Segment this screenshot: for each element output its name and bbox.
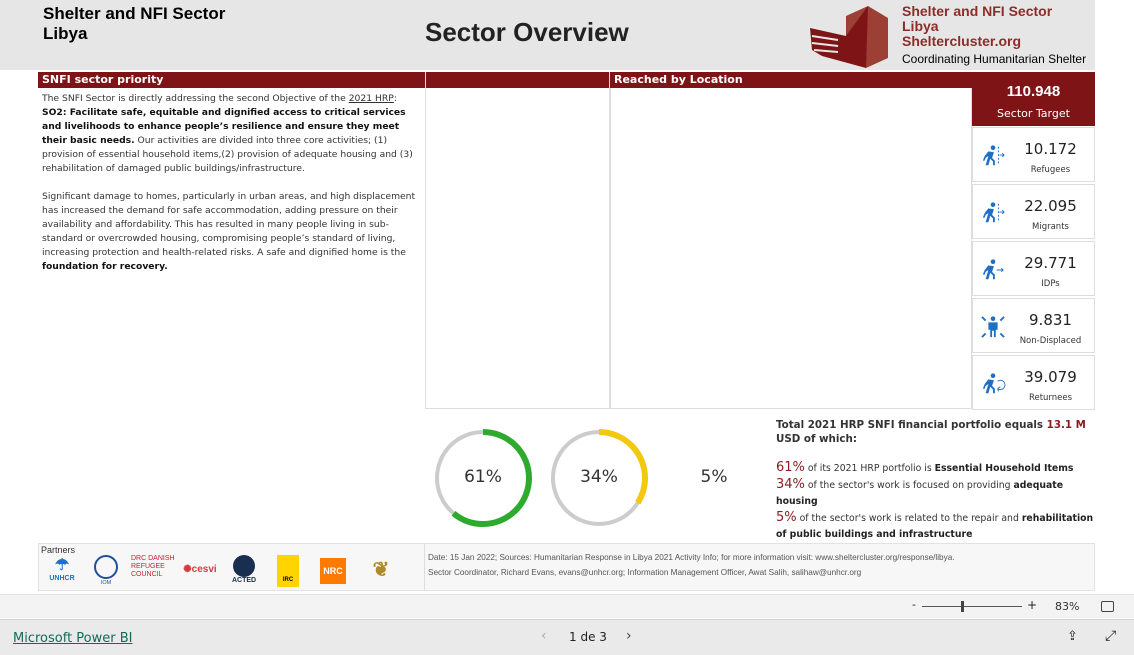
zoom-out-button[interactable]: - (912, 598, 916, 611)
breakdown-item: 5% of the sector's work is related to th… (776, 510, 1096, 543)
org-name: Shelter and NFI Sector (902, 3, 1053, 19)
powerbi-bottom-bar: Microsoft Power BI ‹ 1 de 3 › ⇪ ⤢ (0, 619, 1134, 655)
next-page-icon[interactable]: › (626, 628, 632, 644)
acted-logo-text: ACTED (232, 577, 257, 584)
returnee-icon (982, 373, 1006, 394)
non-displaced-icon (981, 316, 1005, 338)
cesvi-logo-text: CESVI (191, 564, 217, 575)
financial-summary: Total 2021 HRP SNFI financial portfolio … (776, 418, 1096, 446)
unhcr-emblem-icon: ☂ (54, 557, 70, 574)
kpi-card-migrants: 22.095 Migrants (972, 184, 1095, 239)
iom-logo: IOM (91, 555, 121, 587)
divider (424, 544, 425, 590)
prev-page-icon[interactable]: ‹ (541, 628, 547, 644)
hrp-link[interactable]: 2021 HRP (349, 93, 394, 104)
title-line-1: Shelter and NFI Sector (43, 4, 226, 23)
text: USD of which: (776, 433, 857, 445)
text: Significant damage to homes, particularl… (42, 191, 416, 258)
cesvi-logo: ✺CESVI (178, 555, 222, 587)
kpi-label: Returnees (1028, 393, 1073, 403)
org-tagline: Coordinating Humanitarian Shelter (902, 52, 1087, 66)
idp-icon (982, 259, 1004, 280)
text: of its 2021 HRP portfolio is (804, 463, 935, 474)
donut-label-rehabilitation: 5% (700, 467, 728, 487)
financial-breakdown: 61% of its 2021 HRP portfolio is Essenti… (776, 460, 1096, 543)
reached-by-location-map[interactable] (610, 88, 972, 409)
refugee-icon (982, 145, 1005, 166)
cesvi-flower-icon: ✺ (183, 564, 192, 575)
zoom-slider[interactable] (922, 601, 1022, 612)
target-value: 110.948 (1006, 83, 1061, 100)
amount: 13.1 M (1046, 419, 1086, 431)
zoom-in-button[interactable]: + (1027, 598, 1037, 612)
donut-label: 34% (580, 467, 618, 487)
kpi-value: 10.172 (1024, 140, 1077, 158)
kpi-card-returnees: 39.079 Returnees (972, 355, 1095, 410)
migrant-icon (982, 202, 1005, 223)
sector-target-card: 110.948 Sector Target (972, 72, 1095, 126)
drc-logo: DRC DANISH REFUGEE COUNCIL (131, 555, 175, 578)
iom-globe-icon (94, 555, 118, 579)
text: of the sector's work is focused on provi… (804, 480, 1014, 491)
nrc-logo: NRC (320, 558, 346, 584)
acted-logo: ACTED (232, 555, 256, 587)
donut-label: 61% (464, 467, 502, 487)
priority-text: The SNFI Sector is directly addressing t… (42, 92, 422, 274)
irc-logo-text: IRC (282, 577, 294, 583)
partners-label: Partners (41, 545, 76, 555)
contacts-line: Sector Coordinator, Richard Evans, evans… (428, 568, 862, 577)
text-bold: foundation for recovery. (42, 261, 168, 272)
kpi-value: 39.079 (1024, 368, 1077, 386)
kpi-label: Refugees (1030, 165, 1071, 175)
kpi-card-refugees: 10.172 Refugees (972, 127, 1095, 182)
header-org-info: Shelter and NFI Sector Libya Shelterclus… (902, 4, 1086, 67)
page-title: Sector Overview (425, 17, 629, 47)
text-bold: Essential Household Items (934, 463, 1074, 474)
unhcr-logo: ☂ UNHCR (47, 555, 77, 587)
zoom-toolbar: - + 83% (0, 594, 1134, 618)
kpi-value: 29.771 (1024, 254, 1077, 272)
acted-emblem-icon (233, 555, 255, 577)
kpi-value: 9.831 (1029, 311, 1072, 329)
text: : (393, 93, 397, 104)
zoom-slider-thumb[interactable] (961, 601, 964, 612)
text: The SNFI Sector is directly addressing t… (42, 93, 349, 104)
unhcr-logo-text: UNHCR (49, 575, 75, 582)
shelter-cluster-logo (810, 6, 888, 68)
breakdown-item: 34% of the sector's work is focused on p… (776, 477, 1096, 510)
org-country: Libya (902, 18, 939, 34)
pct: 34% (776, 477, 805, 492)
fit-to-page-icon[interactable] (1101, 601, 1114, 612)
priority-heading: SNFI sector priority (42, 73, 164, 86)
irc-logo: IRC (277, 555, 299, 587)
fullscreen-icon[interactable]: ⤢ (1105, 628, 1116, 644)
page-indicator: 1 de 3 (569, 630, 607, 644)
sources-line: Date: 15 Jan 2022; Sources: Humanitarian… (428, 553, 955, 562)
target-label: Sector Target (997, 107, 1070, 120)
kpi-value: 22.095 (1024, 197, 1077, 215)
pct: 61% (776, 460, 805, 475)
breakdown-item: 61% of its 2021 HRP portfolio is Essenti… (776, 460, 1096, 477)
footer: Partners ☂ UNHCR IOM DRC DANISH REFUGEE C… (38, 543, 1095, 591)
text: Total 2021 HRP SNFI financial portfolio … (776, 419, 1047, 431)
org-website[interactable]: Sheltercluster.org (902, 34, 1086, 49)
pct: 5% (776, 510, 797, 525)
footer-sources: Date: 15 Jan 2022; Sources: Humanitarian… (428, 550, 955, 580)
text: of the sector's work is related to the r… (796, 513, 1022, 524)
kpi-label: IDPs (1041, 279, 1060, 289)
kpi-card-idps: 29.771 IDPs (972, 241, 1095, 296)
partner-emblem-logo: ❦ (372, 559, 390, 581)
title-line-2: Libya (43, 24, 88, 43)
reached-heading: Reached by Location (614, 73, 743, 86)
iom-logo-text: IOM (100, 580, 112, 586)
blank-visual (425, 72, 610, 409)
kpi-label: Non-Displaced (1019, 336, 1082, 346)
powerbi-link[interactable]: Microsoft Power BI (13, 631, 132, 646)
kpi-label: Migrants (1032, 222, 1069, 232)
header-left-title: Shelter and NFI Sector Libya (43, 4, 225, 44)
zoom-level: 83% (1055, 600, 1080, 613)
kpi-card-non-displaced: 9.831 Non-Displaced (972, 298, 1095, 353)
share-icon[interactable]: ⇪ (1067, 629, 1078, 644)
